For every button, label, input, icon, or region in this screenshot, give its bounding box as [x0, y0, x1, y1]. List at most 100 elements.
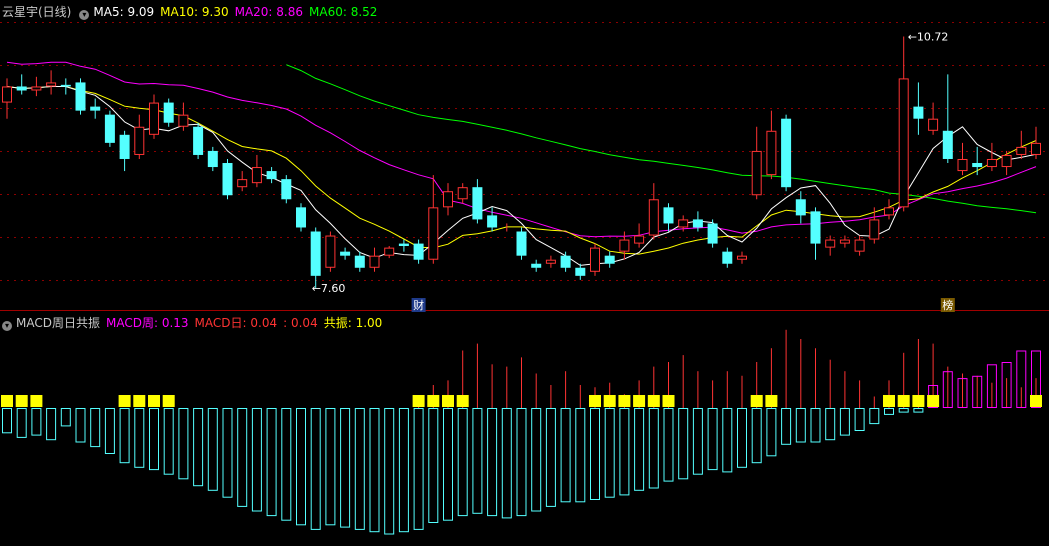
candle-body: [1031, 142, 1041, 155]
candle-body: [266, 171, 277, 180]
macd-day-bar: [913, 408, 924, 413]
resonance-signal-block: [662, 395, 675, 407]
candle-body: [898, 78, 909, 208]
candle-body: [325, 235, 336, 268]
resonance-signal-block: [589, 395, 601, 407]
macd-day-bar: [75, 408, 86, 443]
macd-day-bar: [737, 408, 747, 468]
resonance-signal-block: [30, 395, 43, 407]
candle-body: [60, 84, 71, 87]
candle-body: [722, 251, 733, 264]
candle-body: [854, 239, 865, 252]
candle-body: [810, 211, 821, 244]
macd-day-bar: [560, 408, 571, 503]
ma60-readout: MA60: 8.52: [309, 5, 378, 19]
macd-day-bar: [501, 408, 512, 519]
high-price-label: ←10.72: [908, 31, 949, 44]
macd-day-bar: [325, 408, 336, 526]
resonance-signal-block: [162, 395, 175, 407]
resonance-signal-block: [1030, 395, 1042, 407]
macd-week-readout: MACD周: 0.13: [105, 316, 189, 330]
ma5-readout: MA5: 9.09: [93, 5, 155, 19]
candle-body: [634, 235, 645, 244]
candle-body: [16, 86, 27, 91]
candle-body: [839, 239, 850, 244]
candle-body: [2, 86, 12, 103]
macd-day-bar: [222, 408, 233, 498]
macd-day-bar: [707, 408, 718, 471]
macd-day-bar: [869, 408, 880, 425]
candle-body: [692, 219, 703, 228]
resonance-signal-block: [15, 395, 28, 407]
candle-body: [604, 255, 615, 264]
candle-body: [942, 130, 953, 159]
candle-body: [487, 215, 498, 228]
resonance-signal-block: [618, 395, 631, 407]
macd-day-bar: [648, 408, 659, 489]
sub-chart-header: ▾ MACD周日共振 MACD周: 0.13 MACD日: 0.04: 0.04 共振:…: [2, 315, 388, 331]
candle-body: [310, 231, 321, 276]
macd-day-bar: [443, 408, 453, 521]
candle-body: [678, 219, 689, 228]
macd-day-bar: [369, 408, 380, 533]
macd-day-bar: [398, 408, 409, 533]
macd-day-bar: [854, 408, 865, 431]
candle-body: [398, 243, 409, 247]
macd-day-bar: [16, 408, 27, 438]
macd-day-bar: [810, 408, 821, 443]
macd-extra-readout: : 0.04: [283, 316, 318, 330]
candle-body: [472, 187, 483, 220]
candle-body: [369, 255, 380, 268]
candle-body: [884, 207, 894, 216]
macd-day-bar: [178, 408, 189, 480]
chart-canvas: ←7.60 ←10.72 财 榜: [0, 22, 1049, 535]
macd-day-bar: [384, 408, 395, 535]
candle-body: [193, 126, 204, 155]
candle-body: [913, 106, 924, 119]
candle-body: [781, 118, 792, 188]
indicator-settings-icon[interactable]: ▾: [79, 10, 90, 20]
resonance-signal-block: [897, 395, 910, 407]
macd-day-bar: [266, 408, 277, 517]
macd-day-bar: [472, 408, 483, 514]
candle-body: [619, 239, 630, 252]
macd-day-bar: [634, 408, 645, 491]
macd-day-bar: [898, 408, 909, 413]
stock-title: 云星宇(日线): [2, 5, 72, 19]
candle-body: [384, 247, 395, 256]
macd-day-bar: [237, 408, 248, 507]
macd-day-bar: [531, 408, 542, 512]
candle-body: [296, 207, 306, 228]
candle-body: [90, 106, 101, 111]
candle-body: [119, 134, 130, 159]
low-price-label: ←7.60: [312, 282, 346, 295]
candle-body: [413, 243, 424, 260]
resonance-signal-block: [412, 395, 425, 407]
macd-day-bar: [766, 408, 777, 457]
macd-day-bar: [90, 408, 101, 448]
candle-body: [1001, 154, 1012, 168]
macd-day-bar: [104, 408, 115, 454]
candle-body: [457, 187, 468, 200]
macd-day-bar: [545, 408, 556, 507]
indicator-title: MACD周日共振: [16, 316, 100, 330]
macd-day-bar: [663, 408, 674, 482]
candle-body: [825, 239, 836, 248]
candle-body: [795, 199, 806, 216]
macd-day-bar: [825, 408, 836, 441]
macd-day-bar: [193, 408, 204, 487]
ma20-line: [6, 61, 1037, 238]
macd-day-bar: [722, 408, 733, 473]
resonance-signal-block: [427, 395, 440, 407]
macd-day-readout: MACD日: 0.04: [194, 316, 278, 330]
macd-day-bar: [46, 408, 57, 441]
candle-body: [986, 158, 997, 168]
candle-body: [751, 150, 762, 196]
indicator-settings-icon[interactable]: ▾: [2, 321, 12, 331]
macd-day-bar: [884, 408, 894, 415]
candle-body: [737, 255, 747, 260]
resonance-signal-block: [883, 395, 895, 407]
candle-body: [134, 126, 145, 155]
macd-day-bar: [413, 408, 424, 530]
candle-body: [443, 191, 453, 208]
